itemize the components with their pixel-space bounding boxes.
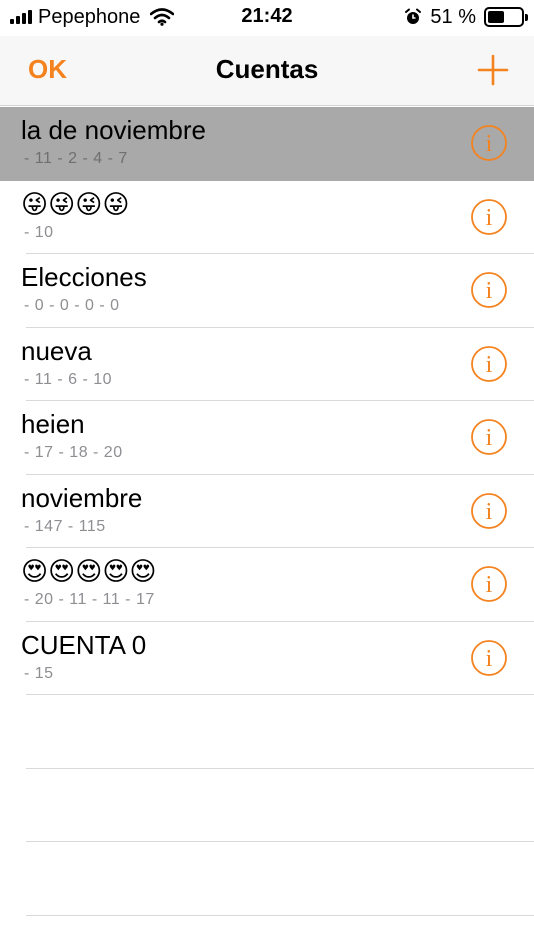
- account-subtitle: - 20 - 11 - 11 - 17: [24, 591, 155, 608]
- info-icon: i: [471, 566, 507, 602]
- account-row[interactable]: Elecciones - 0 - 0 - 0 - 0 i: [0, 254, 534, 328]
- account-subtitle: - 10: [24, 223, 54, 241]
- row-separator: [26, 914, 534, 916]
- account-row[interactable]: nueva - 11 - 6 - 10 i: [0, 328, 534, 401]
- svg-text:i: i: [486, 572, 493, 598]
- account-row[interactable]: 😍😍😍😍😍 - 20 - 11 - 11 - 17 i: [0, 548, 534, 622]
- status-bar: Pepephone 21:42 51 %: [0, 0, 534, 36]
- account-title: la de noviembre: [21, 115, 206, 145]
- info-button[interactable]: i: [470, 124, 508, 162]
- account-title: 😜😜😜😜: [21, 188, 130, 219]
- empty-row: [0, 769, 534, 842]
- info-button[interactable]: i: [470, 492, 508, 530]
- info-button[interactable]: i: [470, 565, 508, 603]
- account-row[interactable]: noviembre - 147 - 115 i: [0, 475, 534, 548]
- svg-text:i: i: [486, 278, 493, 304]
- account-subtitle: - 17 - 18 - 20: [24, 444, 123, 461]
- info-icon: i: [471, 492, 507, 529]
- battery-percent: 51 %: [430, 5, 476, 28]
- svg-text:i: i: [486, 646, 493, 672]
- svg-text:i: i: [486, 425, 493, 451]
- account-subtitle: - 0 - 0 - 0 - 0: [24, 297, 120, 314]
- info-button[interactable]: i: [470, 639, 508, 677]
- account-title: 😍😍😍😍😍: [21, 556, 157, 586]
- account-row[interactable]: heien - 17 - 18 - 20 i: [0, 401, 534, 475]
- battery-level: [488, 11, 504, 23]
- account-title: Elecciones: [21, 262, 147, 292]
- battery-tip: [525, 14, 528, 21]
- empty-row: [0, 842, 534, 916]
- page-title: Cuentas: [215, 54, 319, 84]
- svg-text:i: i: [486, 352, 493, 378]
- svg-text:i: i: [486, 131, 493, 157]
- info-button[interactable]: i: [470, 345, 508, 383]
- info-button[interactable]: i: [470, 271, 508, 309]
- add-account-button[interactable]: [476, 53, 510, 87]
- info-icon: i: [471, 198, 507, 235]
- account-subtitle: - 15: [24, 664, 54, 682]
- plus-icon: [477, 54, 509, 86]
- battery-icon: [484, 7, 528, 27]
- account-row[interactable]: 😜😜😜😜 - 10 i: [0, 181, 534, 254]
- account-subtitle: - 147 - 115: [24, 517, 106, 535]
- status-right: 51 %: [404, 5, 528, 29]
- info-button[interactable]: i: [470, 418, 508, 456]
- account-title: heien: [21, 409, 85, 439]
- svg-text:i: i: [486, 205, 493, 231]
- info-icon: i: [471, 272, 507, 308]
- info-icon: i: [471, 125, 507, 161]
- svg-text:i: i: [486, 499, 493, 525]
- info-button[interactable]: i: [470, 198, 508, 236]
- info-icon: i: [471, 419, 507, 455]
- info-icon: i: [471, 639, 507, 676]
- navigation-bar: OK Cuentas: [0, 36, 534, 106]
- account-title: noviembre: [21, 482, 143, 513]
- alarm-icon: [404, 8, 422, 26]
- info-icon: i: [471, 345, 507, 382]
- account-title: CUENTA 0: [21, 629, 147, 660]
- account-list: la de noviembre - 11 - 2 - 4 - 7 i 😜😜😜😜 - 10…: [0, 107, 534, 916]
- account-title: nueva: [21, 335, 92, 366]
- account-row[interactable]: CUENTA 0 - 15 i: [0, 622, 534, 695]
- account-subtitle: - 11 - 2 - 4 - 7: [24, 150, 128, 167]
- account-subtitle: - 11 - 6 - 10: [24, 370, 113, 388]
- empty-row: [0, 695, 534, 769]
- account-row[interactable]: la de noviembre - 11 - 2 - 4 - 7 i: [0, 107, 534, 181]
